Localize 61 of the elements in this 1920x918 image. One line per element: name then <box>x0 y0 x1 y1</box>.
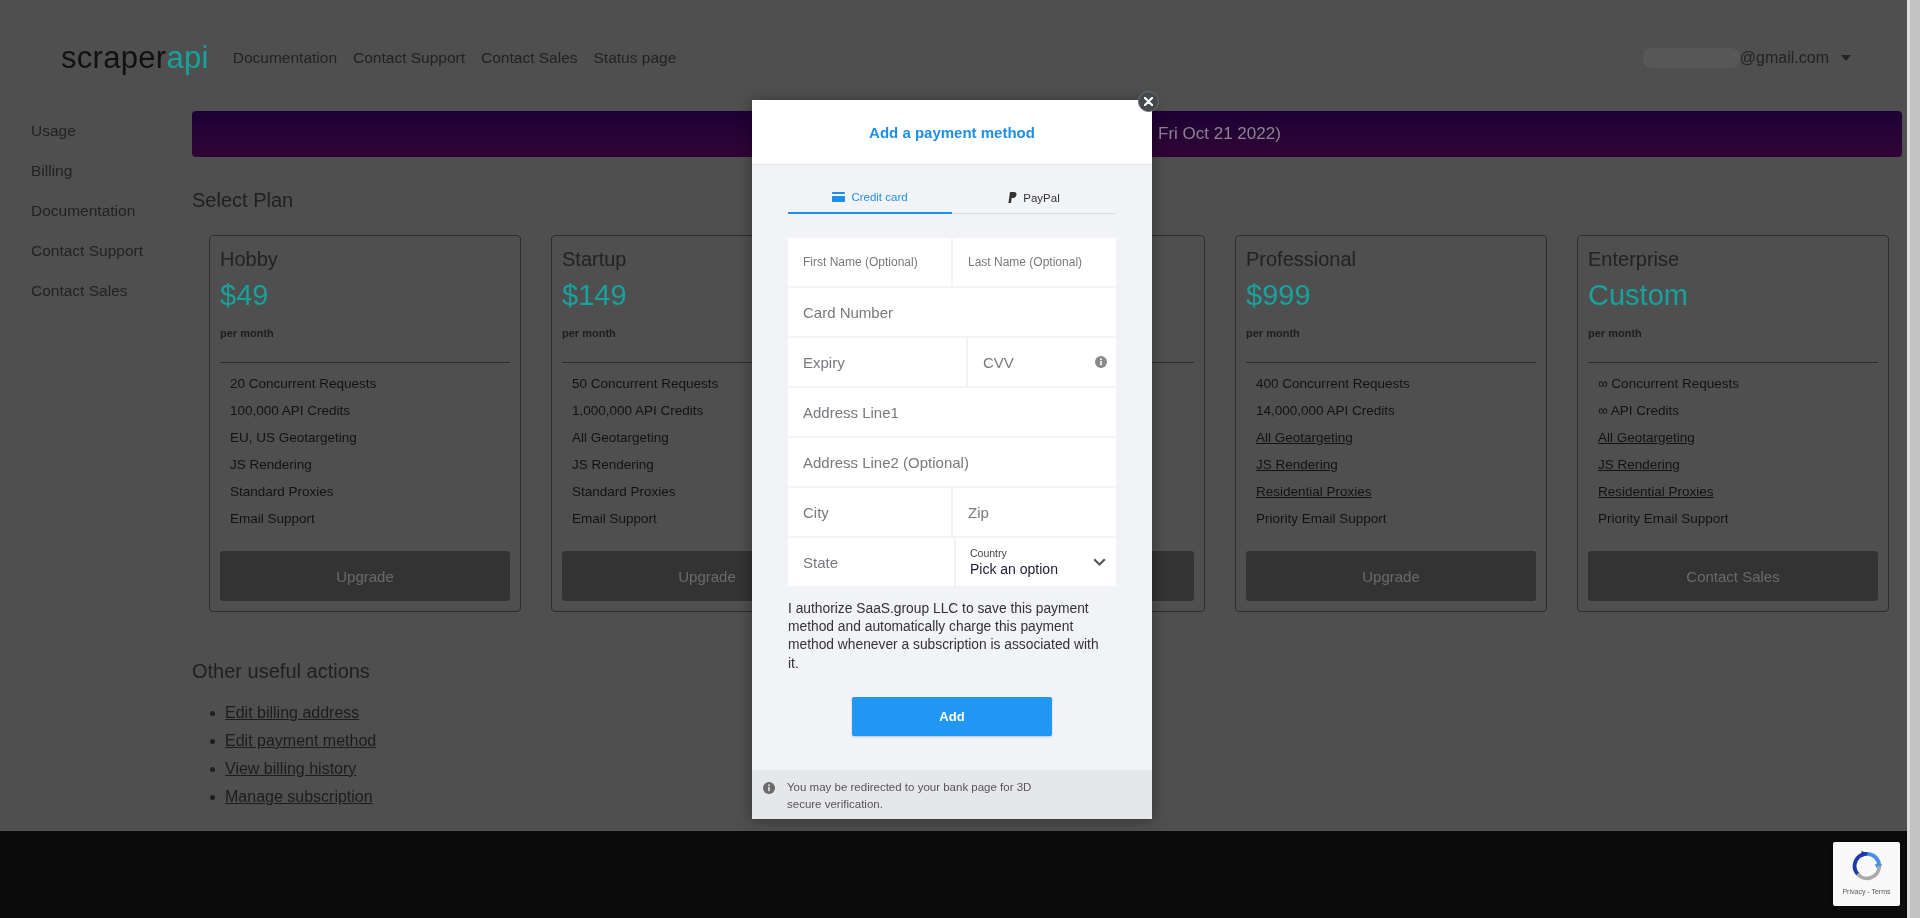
bullet-icon <box>210 766 215 772</box>
tab[interactable]: Credit card <box>788 182 952 214</box>
input-field[interactable]: Zip <box>953 488 1116 536</box>
banner-text: Fri Oct 21 2022) <box>1158 124 1281 144</box>
input-field[interactable]: CVV <box>968 338 1116 386</box>
feature-link[interactable]: All Geotargeting <box>1598 430 1695 445</box>
chevron-down-icon <box>1093 558 1106 566</box>
modal-title: Add a payment method <box>869 123 1035 141</box>
info-icon[interactable] <box>1095 356 1107 368</box>
input-field[interactable]: Expiry <box>788 338 966 386</box>
credit-card-icon <box>832 192 846 202</box>
feature-text: Priority Email Support <box>1256 511 1387 526</box>
feature-text: ∞ Concurrent Requests <box>1598 376 1739 391</box>
input-field[interactable]: Card Number <box>788 288 1116 336</box>
feature-text: JS Rendering <box>572 457 654 472</box>
close-icon <box>1144 97 1153 106</box>
bullet-icon <box>210 794 215 800</box>
feature-link[interactable]: JS Rendering <box>1256 457 1338 472</box>
bullet-icon <box>210 738 215 744</box>
logo[interactable]: scraperapi <box>61 40 209 76</box>
plan-price: $49 <box>220 278 269 312</box>
select-field[interactable]: Country Pick an option <box>956 538 1116 586</box>
circular-arrows-icon <box>1851 851 1882 881</box>
caret-down-icon[interactable] <box>1841 55 1851 61</box>
feature-link[interactable]: JS Rendering <box>1598 457 1680 472</box>
input-field[interactable]: Address Line2 (Optional) <box>788 438 1116 486</box>
feature-text: Standard Proxies <box>572 484 676 499</box>
add-button[interactable]: Add <box>852 696 1052 736</box>
plan-price: $149 <box>562 278 627 312</box>
feature-text: 20 Concurrent Requests <box>230 376 377 391</box>
tab[interactable]: PayPal <box>952 182 1116 214</box>
input-field[interactable]: Address Line1 <box>788 388 1116 436</box>
feature-text: 1,000,000 API Credits <box>572 403 704 418</box>
feature-link[interactable]: Residential Proxies <box>1598 484 1714 499</box>
input-field[interactable]: City <box>788 488 951 536</box>
close-button[interactable] <box>1138 91 1159 112</box>
feature-text: JS Rendering <box>230 457 312 472</box>
feature-text: 14,000,000 API Credits <box>1256 403 1395 418</box>
feature-text: Standard Proxies <box>230 484 334 499</box>
input-field[interactable]: Last Name (Optional) <box>953 238 1116 286</box>
scrollbar[interactable] <box>1907 0 1920 918</box>
feature-link[interactable]: All Geotargeting <box>1256 430 1353 445</box>
feature-text: ∞ API Credits <box>1598 403 1679 418</box>
input-field[interactable]: State <box>788 538 954 586</box>
note-text: You may be redirected to your bank page for 3D secure verification. <box>787 779 1033 812</box>
p-logo-icon <box>1008 192 1018 203</box>
info-icon <box>763 781 775 794</box>
feature-link[interactable]: Residential Proxies <box>1256 484 1372 499</box>
feature-text: Priority Email Support <box>1598 511 1729 526</box>
feature-text: All Geotargeting <box>572 430 669 445</box>
feature-text: 50 Concurrent Requests <box>572 376 719 391</box>
feature-text: EU, US Geotargeting <box>230 430 357 445</box>
feature-text: Email Support <box>572 511 657 526</box>
consent-text: I authorize SaaS.group LLC to save this payment method and automatically charge this payment method whenever a subscription is associated with it. <box>788 600 1100 673</box>
plan-price: Custom <box>1588 278 1688 312</box>
feature-text: Email Support <box>230 511 315 526</box>
feature-text: 400 Concurrent Requests <box>1256 376 1410 391</box>
bullet-icon <box>210 710 215 716</box>
input-field[interactable]: First Name (Optional) <box>788 238 951 286</box>
plan-price: $999 <box>1246 278 1311 312</box>
feature-text: 100,000 API Credits <box>230 403 351 418</box>
